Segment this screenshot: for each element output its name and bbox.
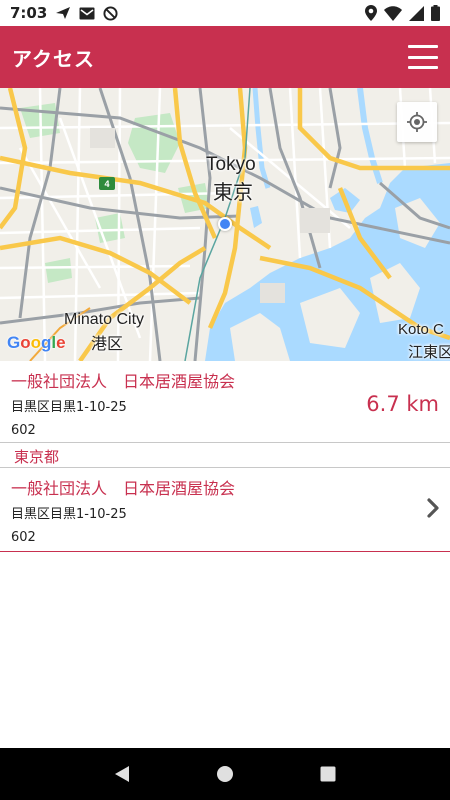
app-bar: アクセス <box>0 26 450 88</box>
google-logo-letter: g <box>41 333 52 352</box>
menu-line <box>408 55 438 59</box>
location-list: 一般社団法人 日本居酒屋協会 目黒区目黒1-10-25 602 6.7 km 東… <box>0 361 450 552</box>
status-time: 7:03 <box>10 4 48 22</box>
status-left: 7:03 <box>10 4 118 22</box>
my-location-button[interactable] <box>397 102 437 142</box>
map-view[interactable]: 4 Tokyo 東京 Minato City 港区 Koto C 江東区 Goo… <box>0 88 450 361</box>
entry-address: 目黒区目黒1-10-25 <box>11 400 127 415</box>
block-icon <box>103 5 118 21</box>
location-icon <box>365 5 377 21</box>
section-header: 東京都 <box>0 443 450 468</box>
map-label-tokyo-jp: 東京 <box>213 182 253 204</box>
mail-icon <box>79 7 95 20</box>
google-logo-letter: e <box>56 333 66 352</box>
list-item[interactable]: 一般社団法人 日本居酒屋協会 目黒区目黒1-10-25 602 <box>0 468 450 552</box>
map-label-koto-jp: 江東区 <box>408 344 450 361</box>
battery-icon <box>431 5 440 21</box>
back-icon[interactable] <box>110 762 134 786</box>
google-logo-letter: G <box>7 333 21 352</box>
send-icon <box>55 6 71 20</box>
entry-code: 602 <box>11 423 36 438</box>
menu-line <box>408 66 438 69</box>
menu-line <box>408 45 438 48</box>
google-logo-letter: o <box>30 333 42 352</box>
entry-distance: 6.7 km <box>366 392 439 416</box>
map-label-koto: Koto C <box>398 321 444 338</box>
section-title: 東京都 <box>14 448 60 466</box>
entry-address: 目黒区目黒1-10-25 <box>11 507 127 522</box>
chevron-right-icon[interactable] <box>426 498 440 522</box>
home-icon[interactable] <box>213 762 237 786</box>
navigation-bar <box>0 748 450 800</box>
recents-icon[interactable] <box>316 762 340 786</box>
status-bar: 7:03 <box>0 0 450 26</box>
entry-code: 602 <box>11 530 36 545</box>
entry-name: 一般社団法人 日本居酒屋協会 <box>11 372 236 391</box>
google-logo: Google <box>7 333 66 353</box>
map-label-tokyo: Tokyo <box>206 154 256 175</box>
status-right <box>365 5 440 21</box>
current-location-marker <box>218 217 232 231</box>
page-title: アクセス <box>12 46 95 71</box>
map-label-minato: Minato City <box>64 311 145 328</box>
entry-name: 一般社団法人 日本居酒屋協会 <box>11 479 236 498</box>
route-badge: 4 <box>99 177 115 190</box>
list-item[interactable]: 一般社団法人 日本居酒屋協会 目黒区目黒1-10-25 602 6.7 km <box>0 361 450 443</box>
wifi-icon <box>384 5 402 21</box>
google-logo-letter: o <box>20 333 31 352</box>
my-location-icon <box>407 112 427 132</box>
hamburger-menu-icon[interactable] <box>408 45 438 69</box>
signal-icon <box>409 5 424 21</box>
screen: 7:03 アクセス 4 Tokyo 東京 Minato City 港区 Koto… <box>0 0 450 800</box>
map-label-minato-jp: 港区 <box>91 336 124 353</box>
